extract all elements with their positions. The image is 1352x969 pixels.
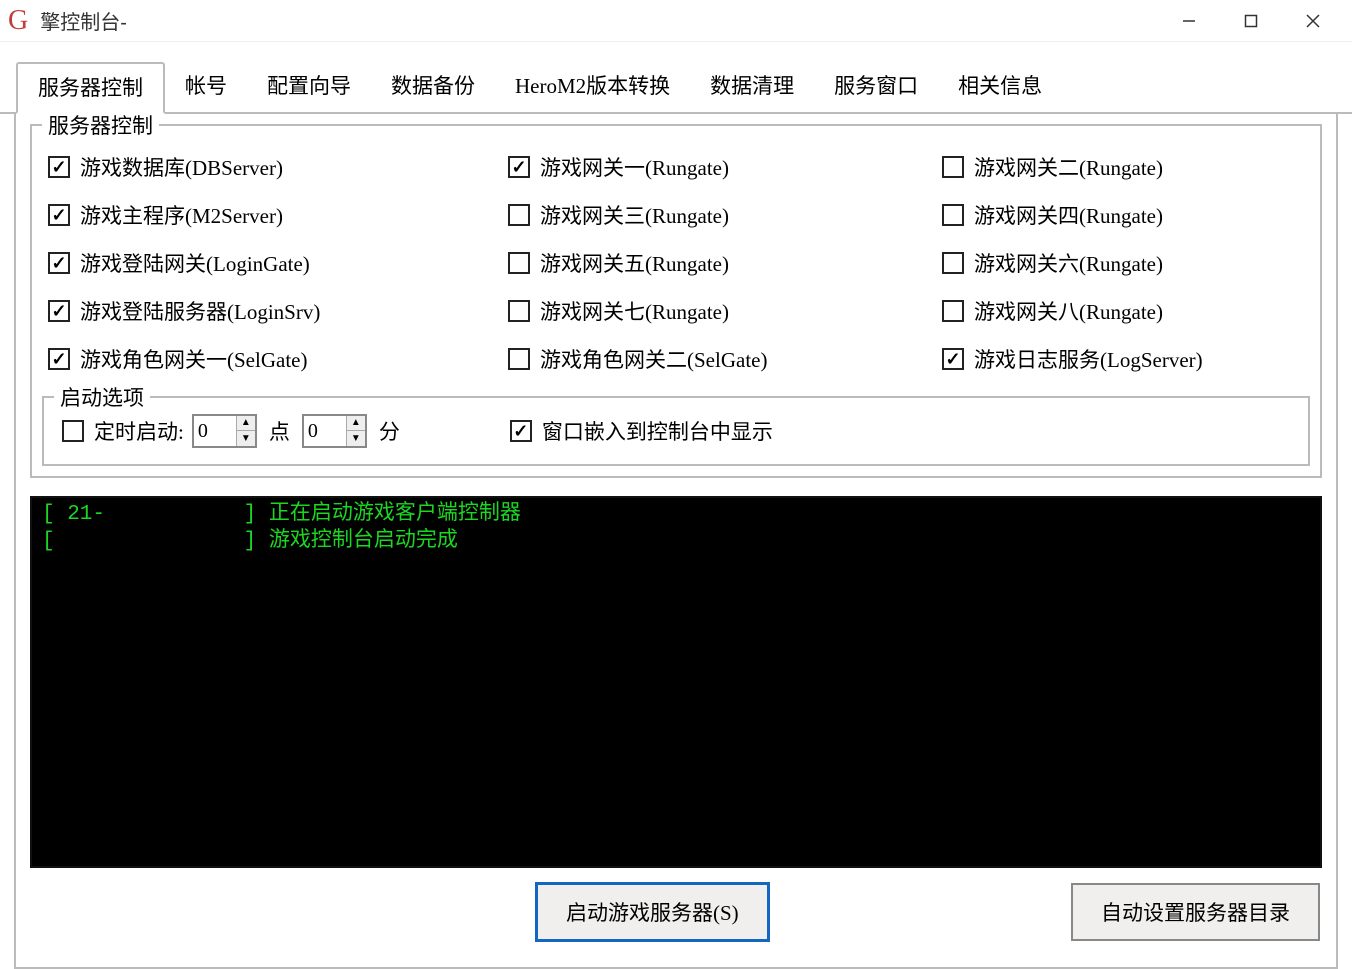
tab-5[interactable]: 数据清理: [690, 62, 814, 114]
checkbox-label: 游戏主程序(M2Server): [80, 200, 283, 230]
checkbox-label: 游戏登陆网关(LoginGate): [80, 248, 310, 278]
service-checkbox[interactable]: 游戏角色网关一(SelGate): [48, 344, 508, 374]
start-server-button[interactable]: 启动游戏服务器(S): [535, 882, 770, 942]
checkbox-icon: [942, 156, 964, 178]
start-options-legend: 启动选项: [54, 382, 150, 412]
checkbox-row: 游戏登陆服务器(LoginSrv) 游戏网关七(Rungate) 游戏网关八(Run…: [48, 296, 1310, 326]
tab-7[interactable]: 相关信息: [938, 62, 1062, 114]
tab-3[interactable]: 数据备份: [371, 62, 495, 114]
app-icon: G: [8, 5, 28, 37]
checkbox-label: 游戏网关三(Rungate): [540, 200, 729, 230]
checkbox-row: 游戏登陆网关(LoginGate) 游戏网关五(Rungate) 游戏网关六(Run…: [48, 248, 1310, 278]
checkbox-icon: [48, 204, 70, 226]
console-output: [ 21- ] 正在启动游戏客户端控制器[ ] 游戏控制台启动完成: [30, 496, 1322, 868]
tab-1[interactable]: 帐号: [165, 62, 247, 114]
server-control-group: 服务器控制 游戏数据库(DBServer)游戏网关一(Rungate)游戏网关二…: [30, 124, 1322, 478]
checkbox-label: 游戏网关一(Rungate): [540, 152, 729, 182]
checkbox-icon: [942, 348, 964, 370]
checkbox-icon: [508, 204, 530, 226]
tab-0[interactable]: 服务器控制: [16, 62, 165, 114]
tab-2[interactable]: 配置向导: [247, 62, 371, 114]
service-checkbox[interactable]: 游戏登陆服务器(LoginSrv): [48, 296, 508, 326]
checkbox-row: 游戏角色网关一(SelGate) 游戏角色网关二(SelGate) 游戏日志服务(L…: [48, 344, 1310, 374]
service-checkbox[interactable]: 游戏登陆网关(LoginGate): [48, 248, 508, 278]
maximize-button[interactable]: [1220, 1, 1282, 41]
checkbox-label: 游戏网关八(Rungate): [974, 296, 1163, 326]
service-checkbox[interactable]: 游戏网关二(Rungate): [942, 152, 1163, 182]
minute-down-button[interactable]: ▼: [347, 431, 365, 446]
embed-window-checkbox[interactable]: 窗口嵌入到控制台中显示: [510, 416, 773, 446]
tab-content: 服务器控制 游戏数据库(DBServer)游戏网关一(Rungate)游戏网关二…: [14, 114, 1338, 969]
minute-spinner[interactable]: ▲ ▼: [302, 414, 367, 448]
start-options-group: 启动选项 定时启动: ▲ ▼ 点 ▲ ▼ 分: [42, 396, 1310, 466]
checkbox-icon: [508, 300, 530, 322]
hour-input[interactable]: [194, 416, 236, 446]
window-title: 擎控制台-: [40, 6, 1158, 35]
tab-4[interactable]: HeroM2版本转换: [495, 62, 690, 114]
checkbox-icon: [942, 252, 964, 274]
minute-input[interactable]: [304, 416, 346, 446]
checkbox-label: 游戏日志服务(LogServer): [974, 344, 1203, 374]
titlebar: G 擎控制台-: [0, 0, 1352, 42]
service-checkbox[interactable]: 游戏网关七(Rungate): [508, 296, 942, 326]
hour-up-button[interactable]: ▲: [237, 416, 255, 431]
tab-bar: 服务器控制帐号配置向导数据备份HeroM2版本转换数据清理服务窗口相关信息: [0, 60, 1352, 114]
timed-start-label: 定时启动:: [94, 416, 184, 446]
checkbox-icon: [508, 252, 530, 274]
checkbox-label: 游戏数据库(DBServer): [80, 152, 283, 182]
checkbox-icon: [48, 156, 70, 178]
checkbox-label: 游戏网关七(Rungate): [540, 296, 729, 326]
checkbox-row: 游戏主程序(M2Server) 游戏网关三(Rungate) 游戏网关四(Runga…: [48, 200, 1310, 230]
checkbox-label: 游戏角色网关二(SelGate): [540, 344, 767, 374]
hour-spinner[interactable]: ▲ ▼: [192, 414, 257, 448]
checkbox-row: 游戏数据库(DBServer) 游戏网关一(Rungate) 游戏网关二(Runga…: [48, 152, 1310, 182]
checkbox-icon: [48, 348, 70, 370]
service-checkbox[interactable]: 游戏网关一(Rungate): [508, 152, 942, 182]
timed-start-checkbox[interactable]: 定时启动:: [62, 416, 184, 446]
tab-6[interactable]: 服务窗口: [814, 62, 938, 114]
service-checkbox[interactable]: 游戏日志服务(LogServer): [942, 344, 1203, 374]
embed-window-label: 窗口嵌入到控制台中显示: [542, 416, 773, 446]
checkbox-icon: [48, 300, 70, 322]
server-control-legend: 服务器控制: [42, 110, 159, 140]
auto-set-dir-button[interactable]: 自动设置服务器目录: [1071, 883, 1320, 941]
hour-down-button[interactable]: ▼: [237, 431, 255, 446]
minute-up-button[interactable]: ▲: [347, 416, 365, 431]
checkbox-label: 游戏登陆服务器(LoginSrv): [80, 296, 320, 326]
service-checkbox[interactable]: 游戏主程序(M2Server): [48, 200, 508, 230]
checkbox-icon: [942, 300, 964, 322]
button-row: 启动游戏服务器(S) 自动设置服务器目录: [30, 882, 1322, 942]
checkbox-icon: [942, 204, 964, 226]
service-checkbox[interactable]: 游戏网关三(Rungate): [508, 200, 942, 230]
service-checkbox[interactable]: 游戏网关四(Rungate): [942, 200, 1163, 230]
checkbox-icon: [508, 156, 530, 178]
checkbox-label: 游戏网关六(Rungate): [974, 248, 1163, 278]
checkbox-label: 游戏网关二(Rungate): [974, 152, 1163, 182]
checkbox-label: 游戏网关五(Rungate): [540, 248, 729, 278]
service-checkbox[interactable]: 游戏网关八(Rungate): [942, 296, 1163, 326]
checkbox-icon: [48, 252, 70, 274]
hour-suffix: 点: [269, 416, 290, 446]
checkbox-label: 游戏网关四(Rungate): [974, 200, 1163, 230]
minute-suffix: 分: [379, 416, 400, 446]
service-checkbox[interactable]: 游戏网关五(Rungate): [508, 248, 942, 278]
checkbox-label: 游戏角色网关一(SelGate): [80, 344, 307, 374]
close-button[interactable]: [1282, 1, 1344, 41]
service-checkbox[interactable]: 游戏数据库(DBServer): [48, 152, 508, 182]
checkbox-icon: [508, 348, 530, 370]
minimize-button[interactable]: [1158, 1, 1220, 41]
service-checkbox[interactable]: 游戏角色网关二(SelGate): [508, 344, 942, 374]
service-checkbox[interactable]: 游戏网关六(Rungate): [942, 248, 1163, 278]
